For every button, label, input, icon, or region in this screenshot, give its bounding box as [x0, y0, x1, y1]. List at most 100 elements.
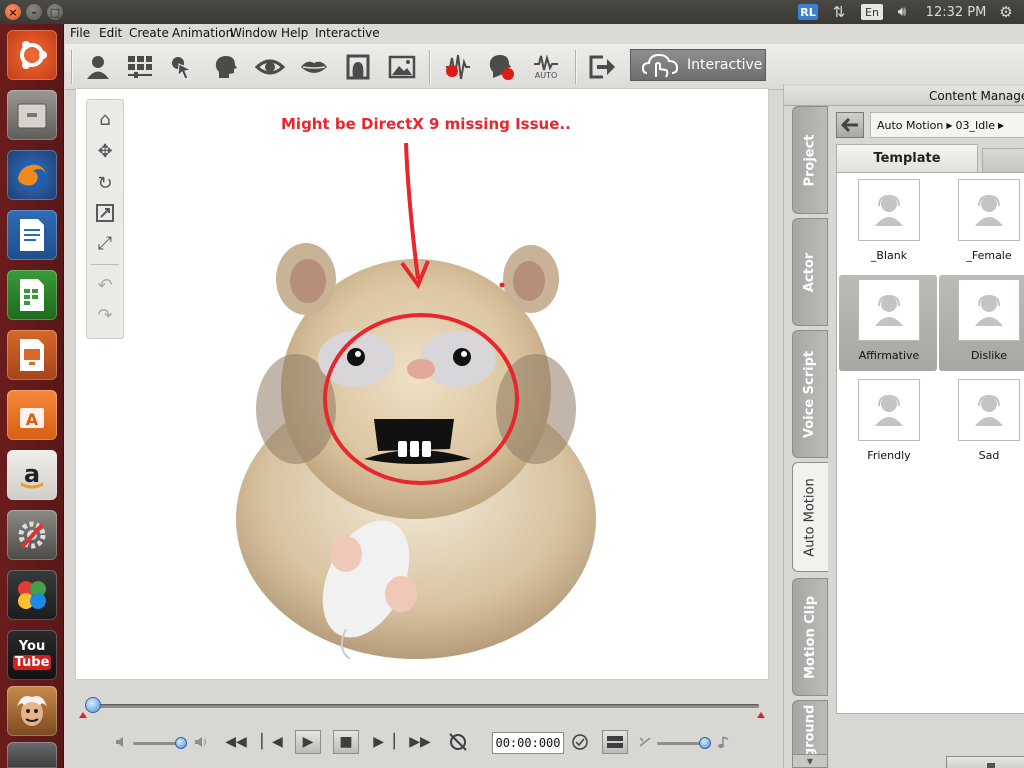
amazon-icon[interactable]: a	[7, 450, 57, 500]
tab-motion-clip[interactable]: Motion Clip	[792, 578, 828, 696]
keyboard-language-indicator[interactable]: En	[861, 4, 883, 20]
actor-icon[interactable]	[81, 50, 115, 84]
menu-file[interactable]: File	[70, 26, 90, 40]
breadcrumb-arrow-icon: ▶	[946, 120, 953, 130]
volume-icon[interactable]: 🔊︎	[890, 3, 914, 21]
clock[interactable]: 12:32 PM	[924, 3, 988, 21]
window-close-button[interactable]: ×	[5, 4, 21, 20]
timecode-clock-icon[interactable]	[567, 730, 593, 754]
range-end-marker[interactable]	[757, 712, 765, 718]
youtube-icon[interactable]: You Tube	[7, 630, 57, 680]
libreoffice-calc-icon[interactable]	[7, 270, 57, 320]
trash-icon[interactable]	[7, 742, 57, 768]
breadcrumb-item[interactable]: 03_Idle	[955, 119, 995, 132]
ubuntu-dash-icon[interactable]	[7, 30, 57, 80]
tab-custom[interactable]	[982, 148, 1024, 172]
menu-help[interactable]: Help	[281, 26, 308, 40]
svg-text:A: A	[26, 410, 39, 429]
head-icon[interactable]	[209, 50, 243, 84]
rewind-button[interactable]: ◀◀	[223, 730, 249, 754]
eye-icon[interactable]	[253, 50, 287, 84]
stop-button[interactable]: ■	[333, 730, 359, 754]
template-item[interactable]: Friendly	[839, 375, 937, 471]
template-item[interactable]: _Female	[939, 175, 1024, 271]
libreoffice-writer-icon[interactable]	[7, 210, 57, 260]
play-button[interactable]: ▶	[295, 730, 321, 754]
software-center-icon[interactable]: A	[7, 390, 57, 440]
user-placeholder-icon	[858, 179, 920, 241]
template-item[interactable]: Affirmative	[839, 275, 937, 371]
down-arrow-icon	[987, 763, 995, 768]
menu-animation[interactable]: Animation	[172, 26, 233, 40]
scale-icon[interactable]	[92, 200, 118, 226]
background-image-icon[interactable]	[385, 50, 419, 84]
fast-forward-button[interactable]: ▶▶	[407, 730, 433, 754]
resize-icon[interactable]: ⤢	[92, 230, 118, 256]
menu-edit[interactable]: Edit	[99, 26, 122, 40]
menu-create[interactable]: Create	[129, 26, 169, 40]
tab-project[interactable]: Project	[792, 106, 828, 214]
auto-animation-icon[interactable]: AUTO	[529, 50, 563, 84]
mouth-icon[interactable]	[297, 50, 331, 84]
tab-auto-motion[interactable]: Auto Motion	[792, 462, 828, 572]
redo-icon[interactable]: ↷	[92, 302, 118, 328]
stage-viewport[interactable]: ⌂ ✥ ↻ ⤢ ↶ ↷ Might be DirectX 9 missing I…	[75, 88, 769, 680]
apply-download-button[interactable]	[946, 756, 1024, 768]
tab-auto-motion-label: Auto Motion	[803, 477, 819, 557]
crazytalk-app-icon[interactable]	[7, 686, 57, 736]
range-start-marker[interactable]	[79, 712, 87, 718]
libreoffice-impress-icon[interactable]	[7, 330, 57, 380]
volume-mute-icon[interactable]	[113, 730, 129, 754]
export-icon[interactable]	[585, 50, 619, 84]
menu-bar: File Edit Create Animation Window Help I…	[65, 24, 1024, 44]
pointer-tool-icon[interactable]	[165, 50, 199, 84]
speed-note-icon[interactable]	[715, 730, 731, 754]
breadcrumb-item[interactable]: Auto Motion	[877, 119, 943, 132]
system-settings-icon[interactable]	[7, 510, 57, 560]
volume-up-icon[interactable]	[193, 730, 209, 754]
template-item-label: Friendly	[867, 449, 911, 462]
breadcrumb-arrow-icon: ▶	[998, 120, 1005, 130]
system-gear-icon[interactable]: ⚙	[996, 3, 1016, 21]
menu-window[interactable]: Window	[230, 26, 277, 40]
files-icon[interactable]	[7, 90, 57, 140]
window-maximize-button[interactable]: □	[47, 4, 63, 20]
speed-slider-knob[interactable]	[699, 737, 711, 749]
volume-slider-knob[interactable]	[175, 737, 187, 749]
speed-slow-icon[interactable]	[637, 730, 653, 754]
previous-frame-button[interactable]: ▏◀	[259, 730, 285, 754]
rotate-icon[interactable]: ↻	[92, 170, 118, 196]
reallusion-tray-icon[interactable]: RL	[798, 4, 818, 20]
template-item[interactable]: _Blank	[839, 175, 937, 271]
undo-icon[interactable]: ↶	[92, 272, 118, 298]
tab-actor[interactable]: Actor	[792, 218, 828, 326]
window-minimize-button[interactable]: –	[26, 4, 42, 20]
next-frame-button[interactable]: ▶▕	[371, 730, 397, 754]
portrait-frame-icon[interactable]	[341, 50, 375, 84]
interactive-mode-label: Interactive	[687, 57, 763, 73]
fitting-grid-icon[interactable]	[123, 50, 157, 84]
home-icon[interactable]: ⌂	[92, 106, 118, 132]
firefox-icon[interactable]	[7, 150, 57, 200]
timeline-panel-button[interactable]	[602, 730, 628, 754]
content-manager-panel: Content Manager Project Actor Voice Scri…	[783, 84, 1024, 768]
face-puppet-record-icon[interactable]	[485, 50, 519, 84]
tab-template[interactable]: Template	[836, 144, 978, 172]
tab-voice-script[interactable]: Voice Script	[792, 330, 828, 458]
audio-record-icon[interactable]	[441, 50, 475, 84]
timeline-scrubber[interactable]	[85, 697, 101, 713]
side-tabs-scroll-down[interactable]: ▼	[792, 754, 828, 768]
template-item[interactable]: Dislike	[939, 275, 1024, 371]
back-arrow-button[interactable]	[836, 112, 864, 138]
interactive-mode-button[interactable]: Interactive	[630, 49, 766, 81]
template-item[interactable]: Sad	[939, 375, 1024, 471]
loop-toggle-icon[interactable]	[445, 730, 471, 754]
toolbar-separator	[429, 50, 431, 84]
network-icon[interactable]: ⇅	[828, 3, 850, 21]
move-icon[interactable]: ✥	[92, 138, 118, 164]
menu-interactive[interactable]: Interactive	[315, 26, 380, 40]
timeline-track[interactable]	[87, 704, 759, 708]
playonlinux-icon[interactable]	[7, 570, 57, 620]
tab-motion-clip-label: Motion Clip	[802, 595, 818, 679]
time-code-field[interactable]: 00:00:000	[492, 732, 564, 754]
